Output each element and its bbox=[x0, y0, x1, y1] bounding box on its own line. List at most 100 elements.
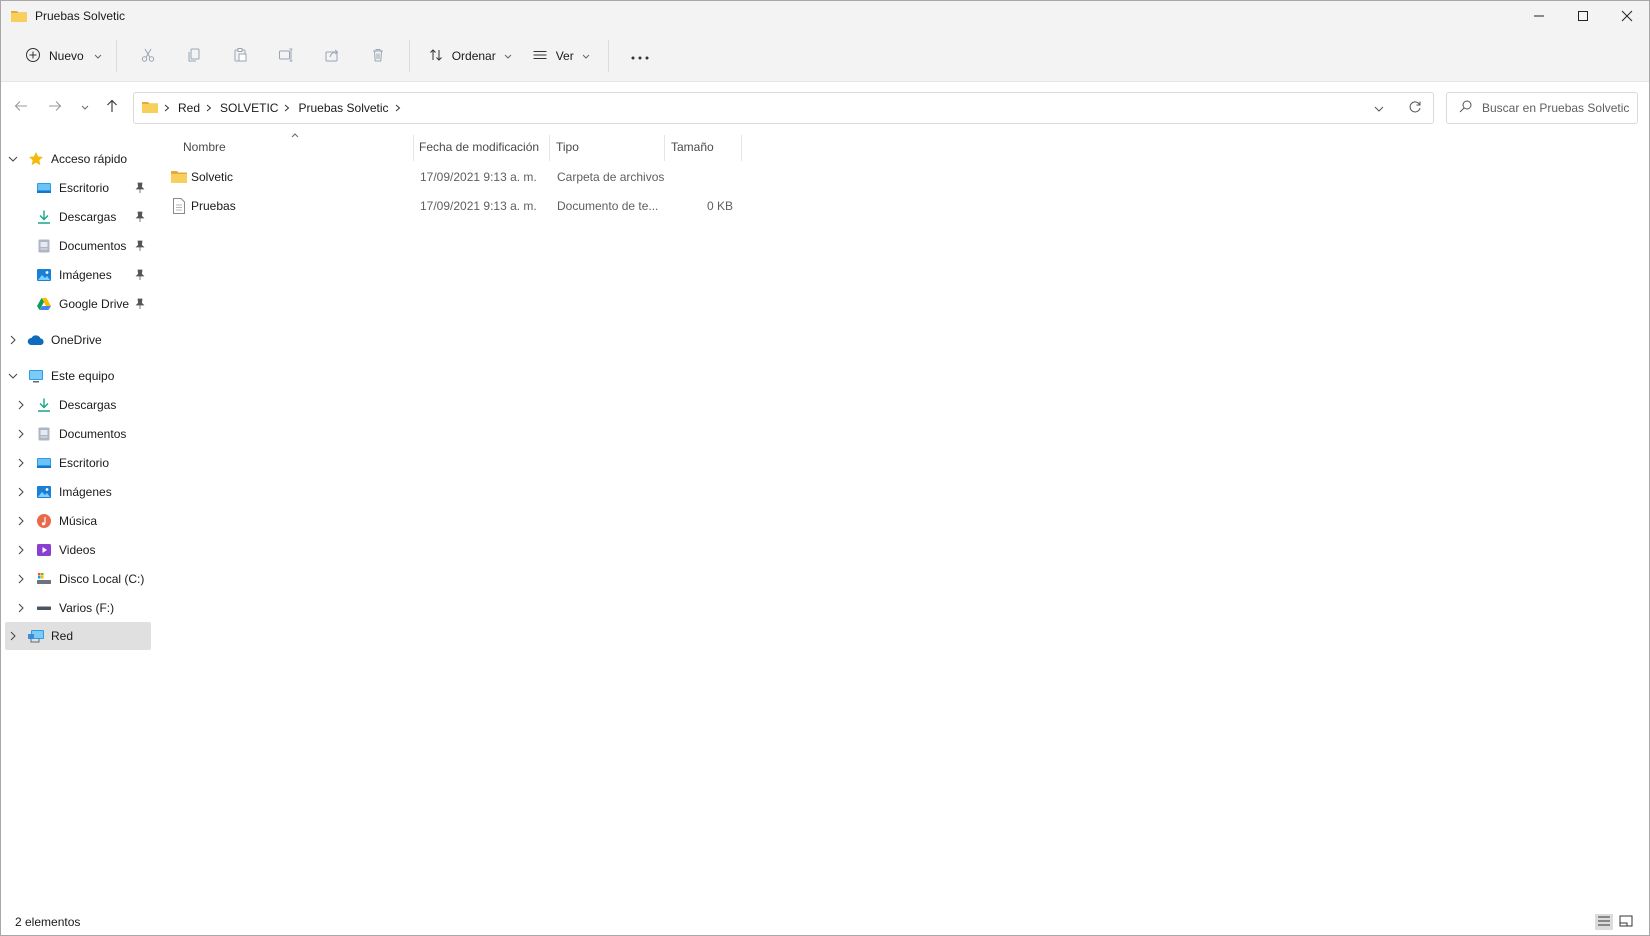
breadcrumb-chevron-icon[interactable] bbox=[284, 104, 290, 112]
minimize-button[interactable] bbox=[1517, 1, 1561, 31]
column-divider[interactable] bbox=[664, 135, 665, 161]
sidebar-item-label: OneDrive bbox=[51, 333, 102, 347]
sidebar-item-pc-varios[interactable]: Varios (F:) bbox=[5, 594, 151, 622]
breadcrumb-chevron-icon[interactable] bbox=[164, 104, 170, 112]
view-button[interactable]: Ver bbox=[522, 40, 600, 72]
sidebar-item-pc-musica[interactable]: Música bbox=[5, 507, 151, 535]
sort-button[interactable]: Ordenar bbox=[418, 40, 522, 72]
more-options-button[interactable] bbox=[617, 40, 663, 72]
preview-view-button[interactable] bbox=[1617, 914, 1635, 930]
breadcrumb-red[interactable]: Red bbox=[178, 101, 200, 115]
chevron-right-icon[interactable] bbox=[13, 487, 29, 497]
toolbar-divider bbox=[607, 40, 609, 72]
rename-icon bbox=[278, 47, 294, 66]
chevron-right-icon[interactable] bbox=[13, 458, 29, 468]
copy-icon bbox=[186, 47, 202, 66]
details-view-button[interactable] bbox=[1595, 914, 1613, 930]
sidebar-item-network[interactable]: Red bbox=[5, 622, 151, 650]
sidebar-item-google-drive[interactable]: Google Drive bbox=[5, 290, 151, 318]
breadcrumb-pruebas-solvetic[interactable]: Pruebas Solvetic bbox=[298, 101, 388, 115]
refresh-button[interactable] bbox=[1397, 93, 1433, 123]
sidebar-item-escritorio[interactable]: Escritorio bbox=[5, 174, 151, 202]
sidebar-item-descargas[interactable]: Descargas bbox=[5, 203, 151, 231]
column-header-label: Nombre bbox=[183, 140, 226, 154]
search-input[interactable] bbox=[1482, 101, 1632, 115]
column-header-type[interactable]: Tipo bbox=[556, 133, 656, 161]
chevron-right-icon[interactable] bbox=[13, 603, 29, 613]
sidebar-item-quick-access[interactable]: Acceso rápido bbox=[5, 145, 151, 173]
pin-icon[interactable] bbox=[135, 211, 145, 226]
address-bar[interactable]: Red SOLVETIC Pruebas Solvetic bbox=[133, 92, 1434, 124]
column-header-size[interactable]: Tamaño bbox=[671, 133, 733, 161]
chevron-right-icon[interactable] bbox=[13, 574, 29, 584]
star-icon bbox=[27, 150, 45, 168]
chevron-down-icon bbox=[81, 100, 89, 114]
chevron-right-icon[interactable] bbox=[13, 429, 29, 439]
chevron-right-icon[interactable] bbox=[13, 545, 29, 555]
pin-icon[interactable] bbox=[135, 182, 145, 197]
file-row-pruebas[interactable]: Pruebas 17/09/2021 9:13 a. m. Documento … bbox=[161, 192, 733, 220]
pin-icon[interactable] bbox=[135, 240, 145, 255]
chevron-down-icon[interactable] bbox=[5, 156, 21, 162]
breadcrumb-solvetic[interactable]: SOLVETIC bbox=[220, 101, 278, 115]
sidebar-item-label: Este equipo bbox=[51, 369, 115, 383]
breadcrumb-chevron-icon[interactable] bbox=[206, 104, 212, 112]
view-label: Ver bbox=[555, 49, 574, 63]
chevron-right-icon[interactable] bbox=[5, 631, 21, 641]
column-divider[interactable] bbox=[741, 135, 742, 161]
forward-button[interactable] bbox=[41, 93, 69, 121]
new-button[interactable]: Nuevo bbox=[19, 40, 108, 72]
sidebar-item-pc-imagenes[interactable]: Imágenes bbox=[5, 478, 151, 506]
sidebar-item-pc-documentos[interactable]: Documentos bbox=[5, 420, 151, 448]
maximize-button[interactable] bbox=[1561, 1, 1605, 31]
rename-button[interactable] bbox=[263, 40, 309, 72]
column-header-modified[interactable]: Fecha de modificación bbox=[419, 133, 543, 161]
chevron-right-icon[interactable] bbox=[13, 516, 29, 526]
sidebar-item-label: Imágenes bbox=[59, 268, 112, 282]
sidebar-item-label: Descargas bbox=[59, 210, 117, 224]
sidebar-item-pc-descargas[interactable]: Descargas bbox=[5, 391, 151, 419]
download-icon bbox=[35, 396, 53, 414]
up-button[interactable] bbox=[98, 93, 126, 121]
copy-button[interactable] bbox=[171, 40, 217, 72]
close-button[interactable] bbox=[1605, 1, 1649, 31]
desktop-icon bbox=[35, 179, 53, 197]
file-row-solvetic[interactable]: Solvetic 17/09/2021 9:13 a. m. Carpeta d… bbox=[161, 163, 721, 191]
chevron-right-icon[interactable] bbox=[5, 335, 21, 345]
paste-icon bbox=[232, 47, 248, 66]
pin-icon[interactable] bbox=[135, 269, 145, 284]
search-box[interactable] bbox=[1446, 92, 1638, 124]
pictures-icon bbox=[35, 483, 53, 501]
back-button[interactable] bbox=[7, 93, 35, 121]
preview-view-icon bbox=[1619, 915, 1633, 930]
file-modified: 17/09/2021 9:13 a. m. bbox=[420, 170, 537, 184]
file-list: Nombre Fecha de modificación Tipo Tamaño… bbox=[161, 133, 1649, 908]
address-history-button[interactable] bbox=[1361, 93, 1397, 123]
sidebar-item-pc-escritorio[interactable]: Escritorio bbox=[5, 449, 151, 477]
title-bar[interactable]: Pruebas Solvetic bbox=[1, 1, 1649, 31]
file-modified: 17/09/2021 9:13 a. m. bbox=[420, 199, 537, 213]
pin-icon[interactable] bbox=[135, 298, 145, 313]
sidebar-item-pc-videos[interactable]: Videos bbox=[5, 536, 151, 564]
column-divider[interactable] bbox=[549, 135, 550, 161]
sidebar-item-this-pc[interactable]: Este equipo bbox=[5, 362, 151, 390]
column-divider[interactable] bbox=[413, 135, 414, 161]
sidebar-item-imagenes[interactable]: Imágenes bbox=[5, 261, 151, 289]
chevron-right-icon[interactable] bbox=[13, 400, 29, 410]
sidebar-item-documentos[interactable]: Documentos bbox=[5, 232, 151, 260]
chevron-down-icon bbox=[94, 49, 102, 63]
sidebar-item-onedrive[interactable]: OneDrive bbox=[5, 326, 151, 354]
breadcrumb-chevron-icon[interactable] bbox=[395, 104, 401, 112]
sidebar-item-label: Escritorio bbox=[59, 181, 110, 195]
folder-icon bbox=[142, 100, 158, 117]
paste-button[interactable] bbox=[217, 40, 263, 72]
cloud-icon bbox=[27, 331, 45, 349]
chevron-down-icon[interactable] bbox=[5, 373, 21, 379]
share-button[interactable] bbox=[309, 40, 355, 72]
sidebar-item-label: Google Drive bbox=[59, 297, 130, 311]
recent-locations-button[interactable] bbox=[71, 93, 99, 121]
sidebar-item-pc-disco-local[interactable]: Disco Local (C:) bbox=[5, 565, 151, 593]
delete-button[interactable] bbox=[355, 40, 401, 72]
cut-button[interactable] bbox=[125, 40, 171, 72]
column-header-label: Fecha de modificación bbox=[419, 140, 540, 154]
